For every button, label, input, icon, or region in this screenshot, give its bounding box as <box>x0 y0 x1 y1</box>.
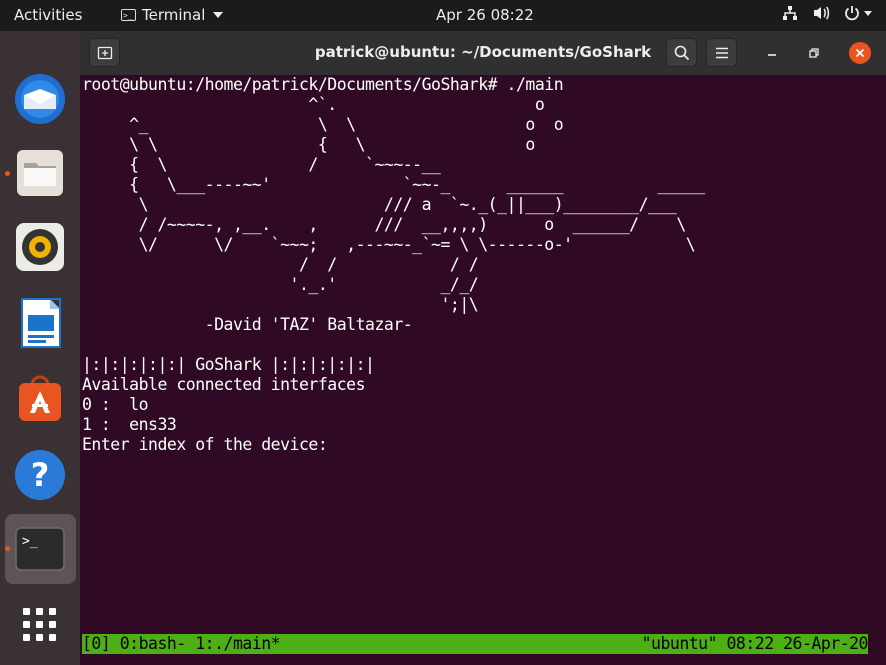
terminal-line: root@ubuntu:/home/patrick/Documents/GoSh… <box>82 75 564 94</box>
terminal-line: \ /// a `~._(_||___)________/___ <box>82 195 677 214</box>
terminal-line: / /~~~~-, ,__. , /// __,,,,) o ______/ \ <box>82 215 687 234</box>
terminal-line: ';|\ <box>82 295 479 314</box>
document-icon <box>21 298 61 348</box>
running-indicator <box>5 171 10 176</box>
terminal-line: 0 : lo <box>82 395 149 414</box>
tmux-window-list[interactable]: [0] 0:bash- 1:./main* <box>82 634 281 654</box>
dock-item-ubuntu-software[interactable] <box>14 371 66 423</box>
terminal-line: \/ \/ `~~~; ,---~~-_`~= \ \------o-' \ <box>82 235 696 254</box>
volume-icon[interactable] <box>812 5 830 21</box>
dock-item-writer[interactable] <box>14 297 66 349</box>
terminal-line: { \ / `~~~--__ <box>82 155 441 174</box>
activities-button[interactable]: Activities <box>14 6 82 24</box>
terminal-line: ^`. o <box>82 95 545 114</box>
folder-icon <box>17 150 63 196</box>
terminal-app-icon: >_ <box>121 9 136 21</box>
search-icon <box>674 45 689 60</box>
hamburger-menu-button[interactable] <box>706 38 737 67</box>
mail-icon <box>15 74 65 124</box>
app-menu[interactable]: >_ Terminal <box>121 6 224 24</box>
power-icon <box>845 6 859 21</box>
network-icon[interactable] <box>782 5 798 21</box>
clock[interactable]: Apr 26 08:22 <box>436 6 534 24</box>
terminal-icon: >_ <box>15 527 65 571</box>
help-icon: ? <box>15 450 65 500</box>
terminal-output[interactable]: root@ubuntu:/home/patrick/Documents/GoSh… <box>82 75 886 633</box>
dock-item-rhythmbox[interactable] <box>14 221 66 273</box>
software-bag-icon <box>19 375 61 421</box>
terminal-line: Available connected interfaces <box>82 375 366 394</box>
minimize-button[interactable] <box>762 43 782 63</box>
app-grid-icon <box>23 608 56 641</box>
terminal-line: 1 : ens33 <box>82 415 177 434</box>
hamburger-menu-icon <box>715 47 728 58</box>
dock-item-help[interactable]: ? <box>14 449 66 501</box>
close-icon <box>855 48 865 58</box>
dock-item-files[interactable] <box>14 147 66 199</box>
terminal-line: Enter index of the device: <box>82 435 328 454</box>
terminal-line: |:|:|:|:|:| GoShark |:|:|:|:|:| <box>82 355 375 374</box>
top-bar: Activities >_ Terminal Apr 26 08:22 <box>0 0 886 31</box>
restore-icon <box>809 48 819 58</box>
speaker-icon <box>16 223 64 271</box>
dock: ? >_ <box>0 31 80 665</box>
close-button[interactable] <box>849 42 871 64</box>
terminal-line: -David 'TAZ' Baltazar- <box>82 315 413 334</box>
window-titlebar[interactable]: patrick@ubuntu: ~/Documents/GoShark <box>80 31 886 75</box>
tmux-status-right: "ubuntu" 08:22 26-Apr-20 <box>641 634 868 653</box>
tmux-status-bar: [0] 0:bash- 1:./main* "ubuntu" 08:22 26-… <box>82 634 868 654</box>
terminal-line: ^_ \ \ o o <box>82 115 564 134</box>
terminal-window: patrick@ubuntu: ~/Documents/GoShark root… <box>80 31 886 665</box>
svg-text:>_: >_ <box>22 534 38 549</box>
chevron-down-icon <box>213 12 224 18</box>
show-applications-button[interactable] <box>14 599 66 651</box>
maximize-button[interactable] <box>804 43 824 63</box>
svg-text:?: ? <box>31 456 50 494</box>
minimize-icon <box>768 54 776 56</box>
system-tray[interactable] <box>782 5 872 21</box>
dock-item-terminal[interactable]: >_ <box>14 523 66 575</box>
app-menu-label: Terminal <box>142 6 206 24</box>
running-indicator <box>5 546 10 551</box>
power-menu[interactable] <box>844 5 872 21</box>
terminal-line: '._.' _/_/ <box>82 275 479 294</box>
terminal-line: { \___----~~' `~~-_ ______ _____ <box>82 175 705 194</box>
terminal-line: \ \ { \ o <box>82 135 535 154</box>
search-button[interactable] <box>666 38 697 67</box>
chevron-down-icon <box>864 10 872 16</box>
terminal-line: / / / / <box>82 255 479 274</box>
dock-item-thunderbird[interactable] <box>14 73 66 125</box>
